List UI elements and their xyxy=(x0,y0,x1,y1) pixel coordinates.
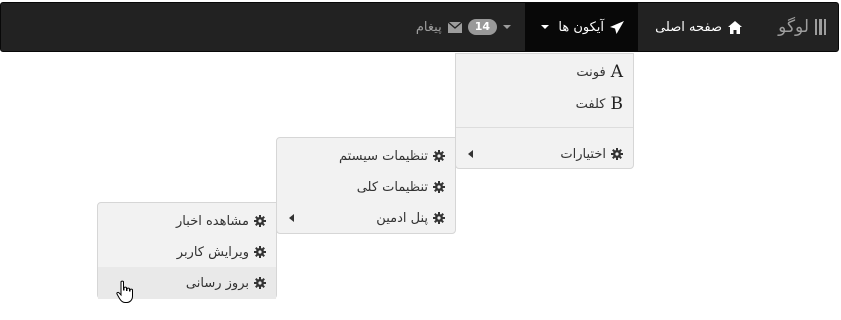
menu-item-font[interactable]: فونت A xyxy=(456,56,633,88)
icons-dropdown-menu: فونت A کلفت B اختیارات xyxy=(455,53,634,169)
menu-item-admin-panel-label: پنل ادمین xyxy=(376,210,428,226)
home-icon xyxy=(728,20,742,34)
chevron-down-icon xyxy=(503,25,511,29)
menu-item-general-settings[interactable]: تنظیمات کلی xyxy=(277,171,455,203)
gear-icon xyxy=(254,246,266,258)
menu-item-font-label: فونت xyxy=(576,64,606,80)
gear-icon xyxy=(433,150,445,162)
barcode-icon xyxy=(815,19,826,35)
letter-a-icon: A xyxy=(610,62,623,82)
menu-item-edit-user-label: ویرایش کاربر xyxy=(176,244,249,260)
gear-icon xyxy=(254,277,266,289)
nav-icons-label: آیکون ها xyxy=(558,19,604,35)
chevron-down-icon xyxy=(541,25,549,29)
letter-b-icon: B xyxy=(610,94,624,114)
menu-item-options[interactable]: اختیارات xyxy=(456,138,633,170)
gear-icon xyxy=(433,181,445,193)
gear-icon xyxy=(611,148,623,160)
envelope-icon xyxy=(447,21,462,33)
top-navbar: لوگو صفحه اصلی آیکون ها پیغام 14 xyxy=(0,2,839,52)
menu-item-system-settings[interactable]: تنظیمات سیستم xyxy=(277,140,455,172)
menu-item-admin-panel[interactable]: پنل ادمین xyxy=(277,202,455,234)
brand-label: لوگو xyxy=(778,17,809,37)
send-icon xyxy=(610,20,624,34)
nav-messages[interactable]: پیغام 14 xyxy=(402,3,525,51)
menu-item-general-settings-label: تنظیمات کلی xyxy=(356,179,428,195)
menu-item-bold[interactable]: کلفت B xyxy=(456,88,633,120)
gear-icon xyxy=(433,212,445,224)
menu-item-edit-user[interactable]: ویرایش کاربر xyxy=(98,236,276,268)
hand-cursor-icon xyxy=(116,280,133,303)
messages-count-badge: 14 xyxy=(467,19,497,35)
menu-item-bold-label: کلفت xyxy=(575,96,606,112)
menu-item-update-label: بروز رسانی xyxy=(185,275,249,291)
menu-item-view-news[interactable]: مشاهده اخبار xyxy=(98,205,276,237)
menu-item-view-news-label: مشاهده اخبار xyxy=(176,213,249,229)
menu-item-system-settings-label: تنظیمات سیستم xyxy=(339,148,428,164)
menu-item-options-label: اختیارات xyxy=(560,146,606,162)
menu-divider xyxy=(456,127,633,128)
submenu-arrow-icon xyxy=(289,214,294,222)
gear-icon xyxy=(254,215,266,227)
submenu-arrow-icon xyxy=(468,150,473,158)
nav-home-label: صفحه اصلی xyxy=(655,19,722,35)
brand-logo[interactable]: لوگو xyxy=(778,3,826,51)
options-submenu: تنظیمات سیستم تنظیمات کلی پنل ادمین xyxy=(276,137,456,234)
nav-icons-dropdown[interactable]: آیکون ها xyxy=(525,3,638,51)
nav-home[interactable]: صفحه اصلی xyxy=(641,3,756,51)
nav-messages-label: پیغام xyxy=(415,19,442,35)
